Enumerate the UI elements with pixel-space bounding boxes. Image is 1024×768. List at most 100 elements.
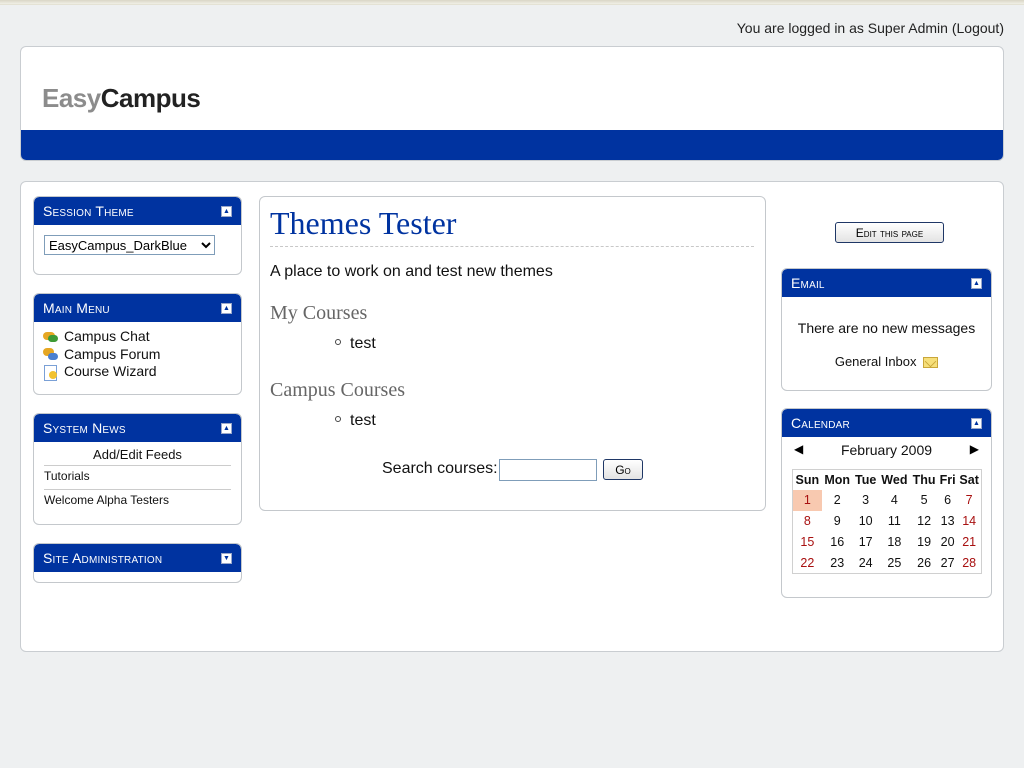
inbox-label[interactable]: General Inbox bbox=[835, 354, 917, 369]
calendar-day[interactable]: 20 bbox=[938, 532, 957, 553]
collapse-icon[interactable]: ▲ bbox=[221, 303, 232, 314]
calendar-day[interactable]: 26 bbox=[910, 553, 938, 574]
block-title: Main Menu bbox=[43, 300, 110, 316]
page-title: Themes Tester bbox=[270, 205, 754, 247]
calendar-day[interactable]: 17 bbox=[853, 532, 879, 553]
calendar-day[interactable]: 12 bbox=[910, 511, 938, 532]
collapse-icon[interactable]: ▲ bbox=[971, 418, 982, 429]
calendar-day[interactable]: 16 bbox=[822, 532, 853, 553]
chat-icon bbox=[43, 330, 59, 344]
site-logo[interactable]: EasyCampus bbox=[42, 83, 201, 114]
block-title: Site Administration bbox=[43, 550, 163, 566]
collapse-icon[interactable]: ▲ bbox=[221, 206, 232, 217]
menu-item-label[interactable]: Course Wizard bbox=[64, 363, 157, 380]
main-menu-list: Campus Chat Campus Forum Course Wizard bbox=[34, 322, 241, 381]
main-menu-block: Main Menu ▲ Campus Chat Campus Forum Cou… bbox=[33, 293, 242, 395]
logo-part-1: Easy bbox=[42, 83, 101, 113]
calendar-day[interactable]: 11 bbox=[879, 511, 911, 532]
week-row: 22 23 24 25 26 27 28 bbox=[793, 553, 982, 574]
news-item[interactable]: Tutorials bbox=[44, 466, 231, 490]
calendar-day[interactable]: 18 bbox=[879, 532, 911, 553]
course-item: test bbox=[335, 412, 376, 430]
add-edit-feeds-link[interactable]: Add/Edit Feeds bbox=[44, 447, 231, 466]
go-button[interactable]: Go bbox=[603, 459, 643, 480]
calendar-day[interactable]: 8 bbox=[793, 511, 822, 532]
menu-item-campus-chat[interactable]: Campus Chat bbox=[43, 328, 241, 346]
search-courses-input[interactable] bbox=[499, 459, 597, 481]
calendar-day[interactable]: 27 bbox=[938, 553, 957, 574]
header-bar bbox=[21, 130, 1003, 160]
weekday-header: Sat bbox=[959, 472, 979, 487]
calendar-day[interactable]: 13 bbox=[938, 511, 957, 532]
main-content: Themes Tester A place to work on and tes… bbox=[259, 196, 766, 511]
forum-icon bbox=[43, 347, 59, 361]
logo-part-2: Campus bbox=[100, 83, 201, 113]
calendar-day[interactable]: 4 bbox=[879, 490, 911, 511]
block-header: Site Administration ▼ bbox=[34, 544, 241, 572]
calendar-nav: February 2009 ◀ ▶ bbox=[782, 437, 991, 463]
bullet-icon bbox=[335, 415, 341, 422]
menu-item-label[interactable]: Campus Chat bbox=[64, 328, 150, 345]
weekday-header: Wed bbox=[881, 472, 908, 487]
collapse-icon[interactable]: ▲ bbox=[221, 423, 232, 434]
general-inbox-link[interactable]: General Inbox bbox=[782, 354, 991, 369]
menu-item-label[interactable]: Campus Forum bbox=[64, 346, 160, 363]
email-block: Email ▲ There are no new messages Genera… bbox=[781, 268, 992, 391]
session-theme-block: Session Theme ▲ EasyCampus_DarkBlue bbox=[33, 196, 242, 275]
bullet-icon bbox=[335, 338, 341, 345]
weekday-header: Sun bbox=[795, 472, 820, 487]
theme-select[interactable]: EasyCampus_DarkBlue bbox=[44, 235, 215, 255]
calendar-day[interactable]: 21 bbox=[957, 532, 981, 553]
course-link[interactable]: test bbox=[350, 335, 376, 352]
search-label: Search courses: bbox=[382, 460, 498, 477]
block-header: Session Theme ▲ bbox=[34, 197, 241, 225]
calendar-block: Calendar ▲ February 2009 ◀ ▶ Sun Mon Tue… bbox=[781, 408, 992, 598]
calendar-day[interactable]: 15 bbox=[793, 532, 822, 553]
block-title: System News bbox=[43, 420, 126, 436]
calendar-day[interactable]: 22 bbox=[793, 553, 822, 574]
block-title: Session Theme bbox=[43, 203, 134, 219]
block-title: Calendar bbox=[791, 415, 850, 431]
block-header: Email ▲ bbox=[782, 269, 991, 297]
news-item[interactable]: Welcome Alpha Testers bbox=[44, 490, 231, 513]
email-status: There are no new messages bbox=[797, 320, 976, 336]
calendar-day[interactable]: 9 bbox=[822, 511, 853, 532]
calendar-day[interactable]: 10 bbox=[853, 511, 879, 532]
menu-item-campus-forum[interactable]: Campus Forum bbox=[43, 346, 241, 364]
system-news-block: System News ▲ Add/Edit Feeds Tutorials W… bbox=[33, 413, 242, 525]
edit-page-button[interactable]: Edit this page bbox=[835, 222, 944, 243]
calendar-day-today[interactable]: 1 bbox=[792, 489, 822, 511]
weekday-header: Fri bbox=[939, 472, 956, 487]
calendar-day[interactable]: 7 bbox=[957, 490, 981, 511]
prev-month-icon[interactable]: ◀ bbox=[794, 442, 803, 456]
user-link[interactable]: Super Admin bbox=[868, 20, 948, 36]
my-courses-heading: My Courses bbox=[270, 302, 368, 324]
expand-icon[interactable]: ▼ bbox=[221, 553, 232, 564]
calendar-month: February 2009 bbox=[840, 442, 933, 458]
calendar-day[interactable]: 2 bbox=[822, 490, 853, 511]
calendar-day[interactable]: 19 bbox=[910, 532, 938, 553]
calendar-day[interactable]: 24 bbox=[853, 553, 879, 574]
week-row: 1 2 3 4 5 6 7 bbox=[792, 489, 982, 511]
calendar-day[interactable]: 23 bbox=[822, 553, 853, 574]
top-strip bbox=[0, 0, 1024, 5]
weekday-row: Sun Mon Tue Wed Thu Fri Sat bbox=[793, 470, 982, 490]
wizard-icon bbox=[43, 364, 59, 381]
calendar-day[interactable]: 3 bbox=[853, 490, 879, 511]
calendar-day[interactable]: 25 bbox=[879, 553, 911, 574]
course-link[interactable]: test bbox=[350, 412, 376, 429]
calendar-day[interactable]: 5 bbox=[910, 490, 938, 511]
collapse-icon[interactable]: ▲ bbox=[971, 278, 982, 289]
block-header: Main Menu ▲ bbox=[34, 294, 241, 322]
calendar-day[interactable]: 14 bbox=[957, 511, 981, 532]
next-month-icon[interactable]: ▶ bbox=[970, 442, 979, 456]
calendar-day[interactable]: 6 bbox=[938, 490, 957, 511]
week-row: 8 9 10 11 12 13 14 bbox=[793, 511, 982, 532]
menu-item-course-wizard[interactable]: Course Wizard bbox=[43, 363, 241, 381]
block-title: Email bbox=[791, 275, 825, 291]
logout-link[interactable]: (Logout) bbox=[952, 20, 1004, 36]
weekday-header: Tue bbox=[855, 472, 877, 487]
calendar-day[interactable]: 28 bbox=[957, 553, 981, 574]
block-header: Calendar ▲ bbox=[782, 409, 991, 437]
page-subtitle: A place to work on and test new themes bbox=[270, 263, 553, 280]
